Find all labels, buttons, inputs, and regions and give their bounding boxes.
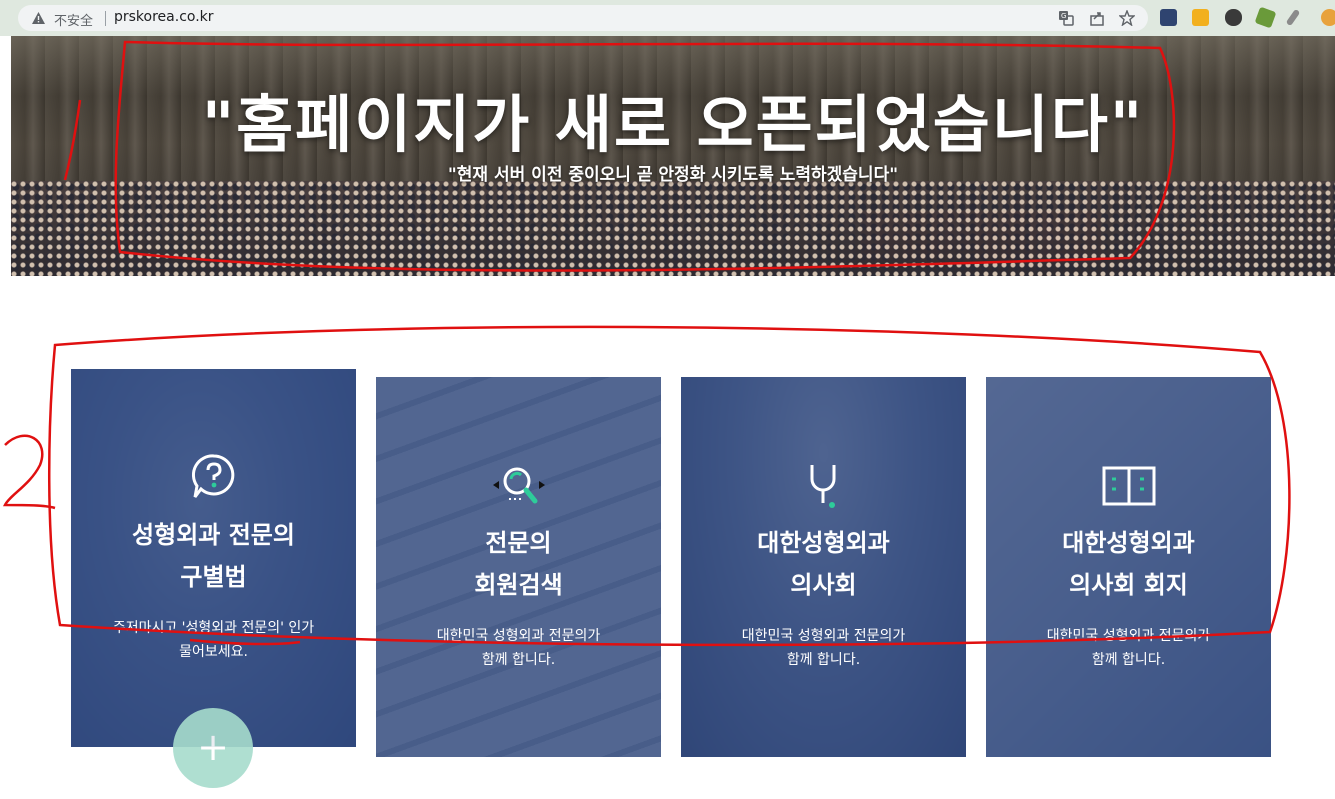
floating-plus-button[interactable]: + <box>173 708 253 788</box>
card-journal[interactable]: 대한성형외과 의사회 회지 대한민국 성형외과 전문의가 함께 합니다. <box>986 377 1271 757</box>
card-title-line2: 의사회 <box>790 571 857 599</box>
sale-extension-icon[interactable] <box>1321 9 1335 26</box>
address-bar[interactable]: 不安全 prskorea.co.kr G <box>18 5 1148 31</box>
card-desc-line2: 함께 합니다. <box>1091 652 1166 668</box>
card-desc-line1: 대한민국 성형외과 전문의가 <box>1046 628 1211 644</box>
hero-audience-photo <box>11 181 1335 276</box>
notes-extension-icon[interactable] <box>1192 9 1209 26</box>
card-desc-line2: 함께 합니다. <box>786 652 861 668</box>
card-desc-line2: 물어보세요. <box>179 644 248 660</box>
open-book-icon <box>1102 466 1155 506</box>
bookmark-star-icon[interactable] <box>1119 10 1135 26</box>
card-desc-line1: 주저마시고 '성형외과 전문의' 인가 <box>112 620 315 636</box>
card-desc-line1: 대한민국 성형외과 전문의가 <box>436 628 601 644</box>
card-association[interactable]: 대한성형외과 의사회 대한민국 성형외과 전문의가 함께 합니다. <box>681 377 966 757</box>
card-title-line1: 대한성형외과 <box>1062 529 1195 557</box>
card-title-line1: 전문의 <box>485 529 552 557</box>
card-title-line2: 회원검색 <box>474 571 563 599</box>
translate-icon[interactable]: G <box>1058 10 1074 26</box>
card-title-line1: 성형외과 전문의 <box>132 521 295 549</box>
speech-question-icon <box>191 454 234 498</box>
card-title-line1: 대한성형외과 <box>757 529 890 557</box>
omnibox-divider <box>105 11 106 26</box>
hero-banner: "홈페이지가 새로 오픈되었습니다" "현재 서버 이전 중이오니 곧 안정화 … <box>11 36 1335 276</box>
folder-extension-icon[interactable] <box>1160 9 1177 26</box>
browser-toolbar: 不安全 prskorea.co.kr G <box>0 0 1335 36</box>
svg-text:G: G <box>1061 12 1066 20</box>
hero-subtitle: "현재 서버 이전 중이오니 곧 안정화 시키도록 노력하겠습니다" <box>447 165 899 185</box>
annotation-mark-2 <box>2 434 56 510</box>
share-icon[interactable] <box>1089 10 1105 26</box>
card-title-line2: 구별법 <box>180 563 247 591</box>
warning-icon[interactable] <box>32 12 45 24</box>
card-specialist-guide[interactable]: 성형외과 전문의 구별법 주저마시고 '성형외과 전문의' 인가 물어보세요. <box>71 369 356 747</box>
card-desc-line2: 함께 합니다. <box>481 652 556 668</box>
card-title-line2: 의사회 회지 <box>1069 571 1188 599</box>
search-member-icon <box>492 467 545 504</box>
card-desc-line1: 대한민국 성형외과 전문의가 <box>741 628 906 644</box>
stethoscope-icon <box>810 465 835 508</box>
security-label[interactable]: 不安全 <box>54 10 93 29</box>
card-member-search[interactable]: 전문의 회원검색 대한민국 성형외과 전문의가 함께 합니다. <box>376 377 661 757</box>
mask-extension-icon[interactable] <box>1225 9 1242 26</box>
plus-icon: + <box>197 725 229 769</box>
url-text[interactable]: prskorea.co.kr <box>114 9 214 25</box>
puzzle-extension-icon[interactable] <box>1254 6 1277 29</box>
hero-title: "홈페이지가 새로 오픈되었습니다" <box>201 88 1145 161</box>
brush-extension-icon[interactable] <box>1285 8 1301 27</box>
